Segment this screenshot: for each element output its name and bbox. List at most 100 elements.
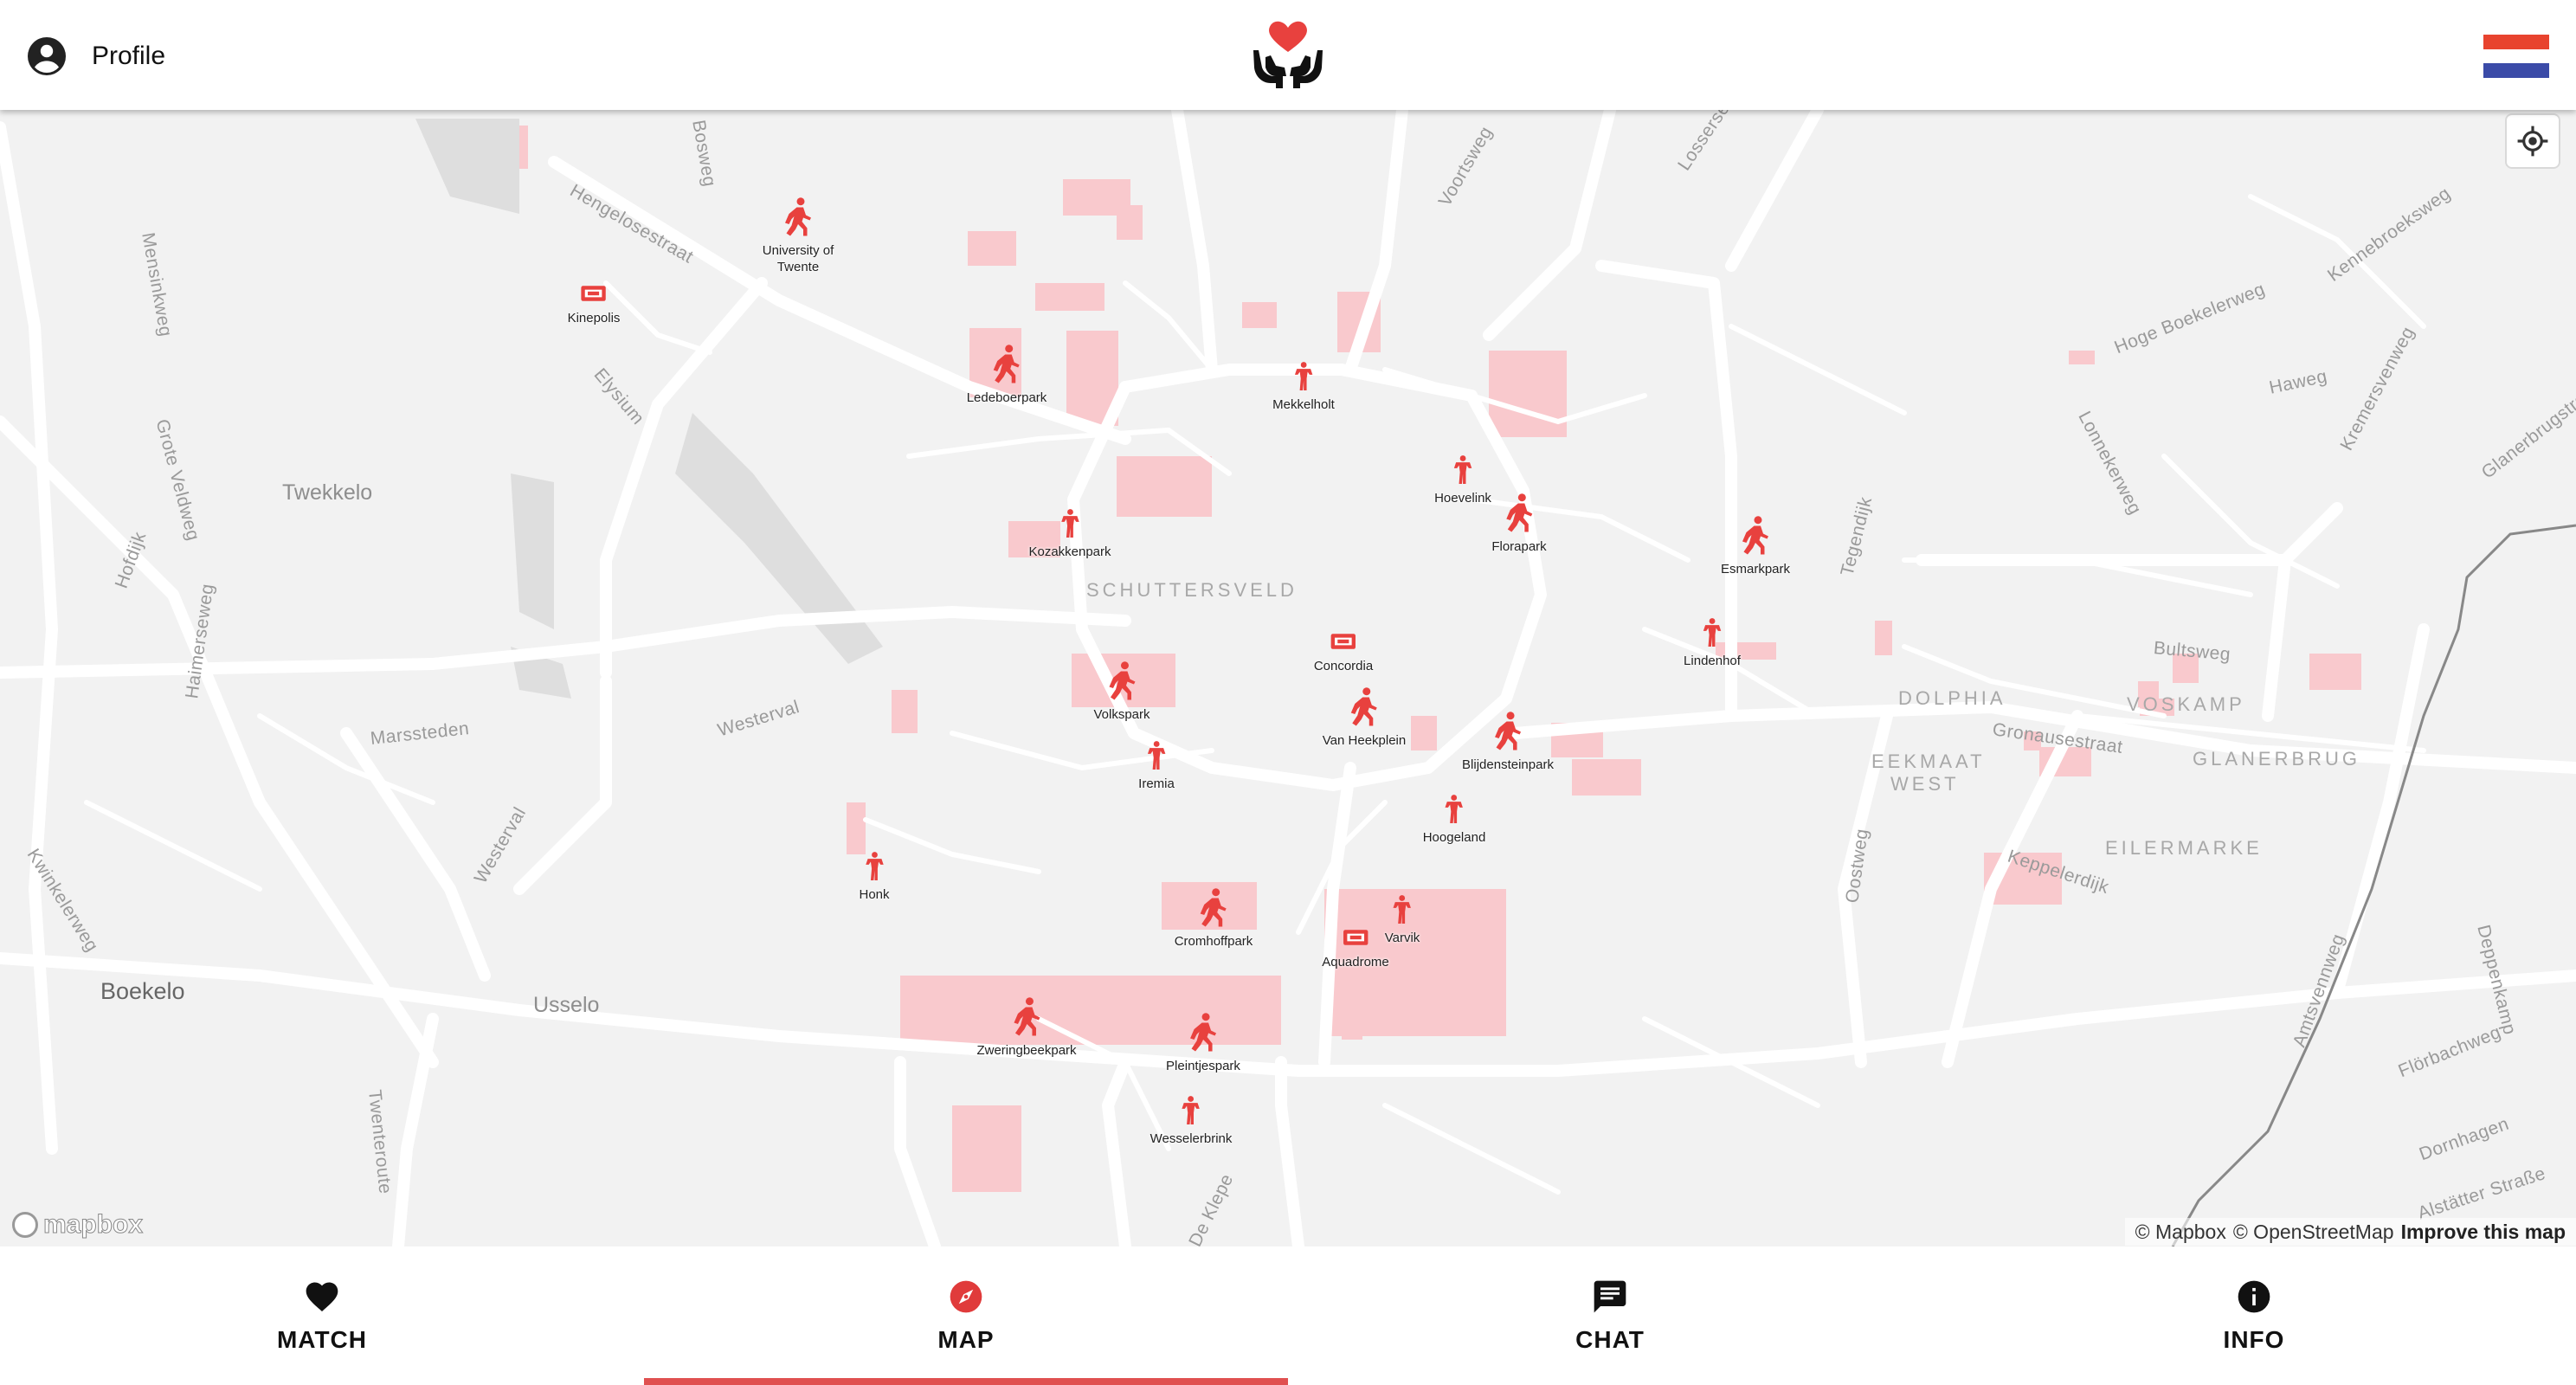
district-label: EILERMARKE [2105, 837, 2263, 859]
map-base-layer [0, 110, 2576, 1246]
map-marker[interactable]: Aquadrome [1322, 927, 1389, 970]
mapbox-logo[interactable]: mapbox [12, 1209, 144, 1240]
marker-label: University of Twente [762, 243, 834, 274]
district-label: WEST [1890, 773, 1960, 795]
map-marker[interactable]: Hoogeland [1422, 794, 1486, 846]
playground-icon [1451, 454, 1475, 488]
map-marker[interactable]: Pleintjespark [1166, 1012, 1240, 1074]
park-icon [1188, 1012, 1219, 1056]
my-location-icon [2517, 126, 2548, 157]
park-icon [1011, 996, 1042, 1040]
bottom-navigation: MATCH MAP CHAT INFO [0, 1246, 2576, 1385]
marker-label: Pleintjespark [1166, 1059, 1240, 1073]
compass-icon [950, 1280, 982, 1313]
park-icon [991, 344, 1022, 388]
heart-in-hands-icon [1253, 21, 1323, 88]
tab-map[interactable]: MAP [644, 1246, 1288, 1385]
map-attribution: © Mapbox © OpenStreetMap Improve this ma… [2124, 1218, 2576, 1246]
district-label: GLANERBRUG [2193, 748, 2361, 770]
marker-label: Hoevelink [1434, 491, 1491, 506]
playground-icon [1700, 617, 1724, 651]
park-icon [1106, 660, 1137, 705]
district-label: EEKMAAT [1871, 750, 1986, 772]
park-icon [782, 196, 814, 241]
map-marker[interactable]: Concordia [1314, 631, 1373, 674]
marker-label: Lindenhof [1684, 654, 1741, 668]
marker-label: Cromhoffpark [1174, 934, 1253, 949]
marker-label: Ledeboerpark [966, 390, 1047, 405]
marker-label: Kinepolis [567, 311, 621, 325]
map-marker[interactable]: Wesselerbrink [1150, 1095, 1233, 1147]
marker-label: Blijdensteinpark [1462, 757, 1554, 772]
osm-attribution-link[interactable]: © OpenStreetMap [2233, 1221, 2394, 1244]
tab-info[interactable]: INFO [1932, 1246, 2576, 1385]
playground-icon [1179, 1095, 1203, 1129]
map-marker[interactable]: Esmarkpark [1721, 515, 1790, 577]
mapbox-logo-mark [12, 1212, 38, 1238]
town-label: Usselo [533, 993, 600, 1017]
playground-icon [1058, 508, 1082, 542]
playground-icon [862, 851, 886, 885]
map-marker[interactable]: Honk [859, 851, 890, 903]
chat-icon [1594, 1280, 1626, 1313]
map-marker[interactable]: Ledeboerpark [966, 344, 1047, 406]
marker-label: Zweringbeekpark [976, 1043, 1077, 1058]
district-label: VOSKAMP [2127, 693, 2245, 715]
map-marker[interactable]: Hoevelink [1434, 454, 1491, 506]
account-circle-icon [28, 37, 66, 75]
marker-label: Honk [859, 887, 890, 902]
town-label: Twekkelo [282, 480, 373, 505]
map-marker[interactable]: University of Twente [742, 196, 854, 275]
map-marker[interactable]: Volkspark [1093, 660, 1150, 723]
locate-button[interactable] [2507, 115, 2559, 167]
marker-label: Esmarkpark [1720, 562, 1791, 577]
map-marker[interactable]: Kinepolis [567, 283, 621, 326]
mapbox-logo-text: mapbox [42, 1210, 144, 1240]
marker-label: Van Heekplein [1322, 733, 1407, 748]
marker-label: Aquadrome [1322, 955, 1389, 970]
info-icon [2238, 1280, 2270, 1313]
cinema-icon [1341, 927, 1370, 952]
map-marker[interactable]: Kozakkenpark [1028, 508, 1111, 560]
park-icon [1740, 515, 1771, 559]
tab-chat[interactable]: CHAT [1288, 1246, 1932, 1385]
heart-icon [306, 1282, 338, 1312]
map-marker[interactable]: Blijdensteinpark [1462, 711, 1554, 773]
map-view[interactable]: SCHUTTERSVELD DOLPHIA VOSKAMP GLANERBRUG… [0, 110, 2576, 1246]
marker-label: Iremia [1138, 776, 1175, 791]
district-label: SCHUTTERSVELD [1086, 579, 1298, 601]
improve-map-link[interactable]: Improve this map [2401, 1221, 2566, 1244]
marker-label: Florapark [1491, 539, 1547, 554]
map-marker[interactable]: Mekkelholt [1272, 361, 1335, 413]
park-icon [1504, 493, 1535, 537]
map-marker[interactable]: Cromhoffpark [1175, 887, 1253, 950]
playground-icon [1144, 740, 1169, 774]
netherlands-flag-icon[interactable] [2483, 35, 2549, 78]
profile-button[interactable]: Profile [26, 33, 165, 80]
map-marker[interactable]: Florapark [1491, 493, 1547, 555]
map-marker[interactable]: Lindenhof [1684, 617, 1741, 669]
marker-label: Varvik [1384, 931, 1420, 945]
tab-match[interactable]: MATCH [0, 1246, 644, 1385]
map-marker[interactable]: Van Heekplein [1323, 686, 1406, 749]
tab-map-label: MAP [937, 1326, 995, 1353]
park-icon [1492, 711, 1523, 755]
mapbox-attribution-link[interactable]: © Mapbox [2135, 1221, 2226, 1244]
marker-label: Mekkelholt [1272, 397, 1335, 412]
town-label: Boekelo [100, 978, 185, 1004]
cinema-icon [579, 283, 609, 308]
map-marker[interactable]: Zweringbeekpark [976, 996, 1077, 1059]
park-icon [1198, 887, 1229, 931]
marker-label: Kozakkenpark [1028, 544, 1111, 559]
app-header: Profile [0, 0, 2576, 110]
map-marker[interactable]: Varvik [1385, 894, 1420, 946]
tab-chat-label: CHAT [1575, 1326, 1645, 1353]
playground-icon [1390, 894, 1414, 928]
playground-icon [1291, 361, 1316, 395]
cinema-icon [1329, 631, 1358, 656]
marker-label: Concordia [1313, 659, 1374, 673]
map-marker[interactable]: Iremia [1138, 740, 1175, 792]
marker-label: Wesselerbrink [1150, 1131, 1233, 1146]
marker-label: Hoogeland [1422, 830, 1486, 845]
district-label: DOLPHIA [1898, 687, 2006, 709]
